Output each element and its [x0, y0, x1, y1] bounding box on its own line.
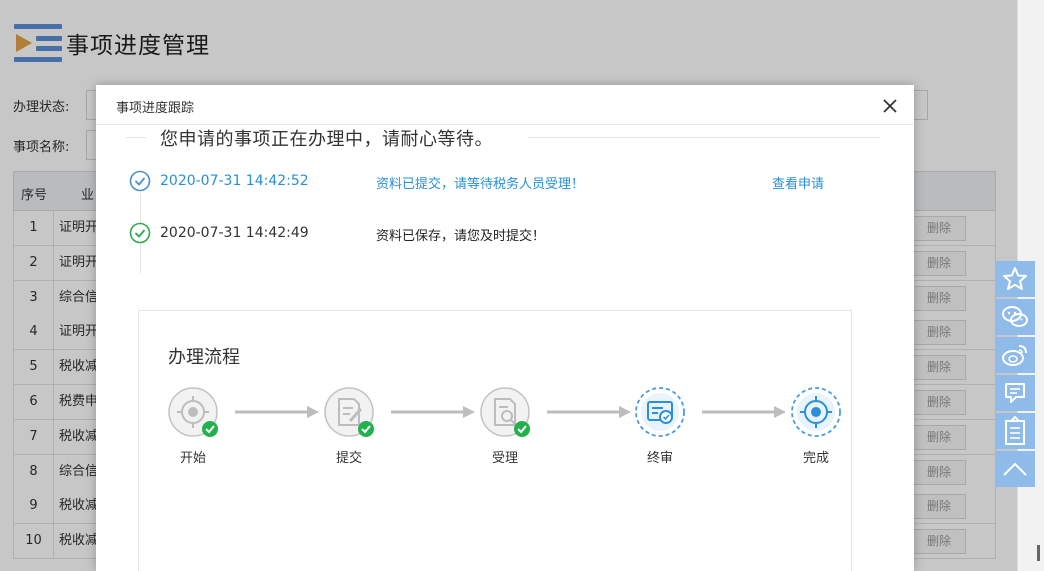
scrollbar-thumb[interactable] — [1037, 545, 1040, 561]
flow-arrow — [702, 406, 786, 418]
flow-step-accept: 受理 — [475, 387, 535, 477]
edit-document-icon — [324, 387, 374, 437]
wechat-icon[interactable] — [995, 299, 1035, 335]
approval-icon — [635, 387, 685, 437]
timeline-message: 资料已保存，请您及时提交！ — [376, 229, 546, 244]
modal-header: 事项进度跟踪 — [96, 85, 914, 125]
target-icon — [791, 387, 841, 437]
flow-arrow — [391, 406, 475, 418]
flow-step-label: 开始 — [179, 451, 206, 466]
divider — [528, 137, 880, 138]
flow-step-label: 受理 — [491, 451, 518, 466]
timeline-time: 2020-07-31 14:42:52 — [160, 173, 309, 189]
flow-step-start: 开始 — [163, 387, 223, 477]
close-icon[interactable] — [880, 96, 900, 116]
status-notice: 您申请的事项正在办理中，请耐心等待。 — [160, 129, 493, 150]
flow-title: 办理流程 — [168, 347, 240, 368]
search-document-icon — [480, 387, 530, 437]
timeline-message: 资料已提交，请等待税务人员受理！ — [376, 177, 585, 192]
side-toolbar — [995, 261, 1035, 489]
star-icon[interactable] — [995, 261, 1035, 297]
back-to-top-icon[interactable] — [995, 451, 1035, 487]
divider — [126, 137, 146, 138]
target-icon — [168, 387, 218, 437]
modal-title: 事项进度跟踪 — [116, 101, 195, 116]
flow-step-complete: 完成 — [786, 387, 846, 477]
flow-step-label: 终审 — [646, 451, 673, 466]
clipboard-icon[interactable] — [995, 413, 1035, 449]
flow-step-label: 完成 — [802, 451, 829, 466]
process-flow-panel: 办理流程 开始 提交 受理 终审 完成 — [138, 310, 852, 571]
timeline-check-icon — [129, 170, 151, 192]
flow-step-final-review: 终审 — [630, 387, 690, 477]
flow-step-label: 提交 — [335, 451, 362, 466]
timeline-time: 2020-07-31 14:42:49 — [160, 225, 309, 241]
flow-arrow — [547, 406, 631, 418]
flow-step-submit: 提交 — [319, 387, 379, 477]
message-icon[interactable] — [995, 375, 1035, 411]
weibo-icon[interactable] — [995, 337, 1035, 373]
view-application-link[interactable]: 查看申请 — [772, 173, 824, 192]
progress-tracking-modal: 事项进度跟踪 您申请的事项正在办理中，请耐心等待。 2020-07-31 14:… — [96, 85, 914, 571]
flow-arrow — [235, 406, 319, 418]
timeline-check-icon — [129, 222, 151, 244]
